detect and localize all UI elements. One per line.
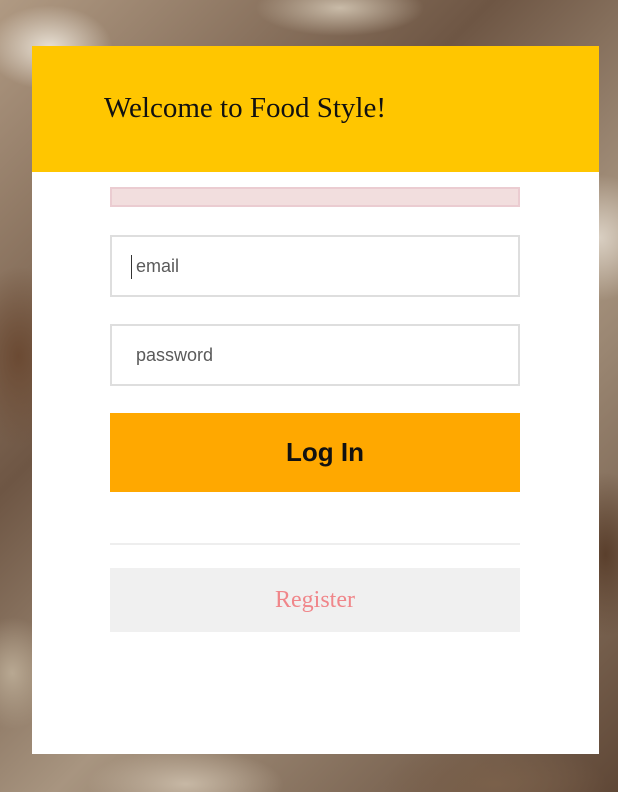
- login-button[interactable]: Log In: [110, 413, 520, 492]
- page-background: { "header": { "title": "Welcome to Food …: [0, 0, 618, 792]
- email-input[interactable]: [112, 237, 518, 295]
- register-button[interactable]: Register: [110, 568, 520, 632]
- login-card: Welcome to Food Style! Log In Register: [32, 46, 599, 754]
- welcome-title: Welcome to Food Style!: [104, 92, 386, 124]
- password-field-wrapper: [110, 324, 520, 386]
- card-header: Welcome to Food Style!: [32, 46, 599, 172]
- error-alert: [110, 187, 520, 207]
- email-field-wrapper: [110, 235, 520, 297]
- divider: [110, 543, 520, 545]
- password-input[interactable]: [112, 326, 518, 384]
- login-form: Log In Register: [110, 187, 520, 632]
